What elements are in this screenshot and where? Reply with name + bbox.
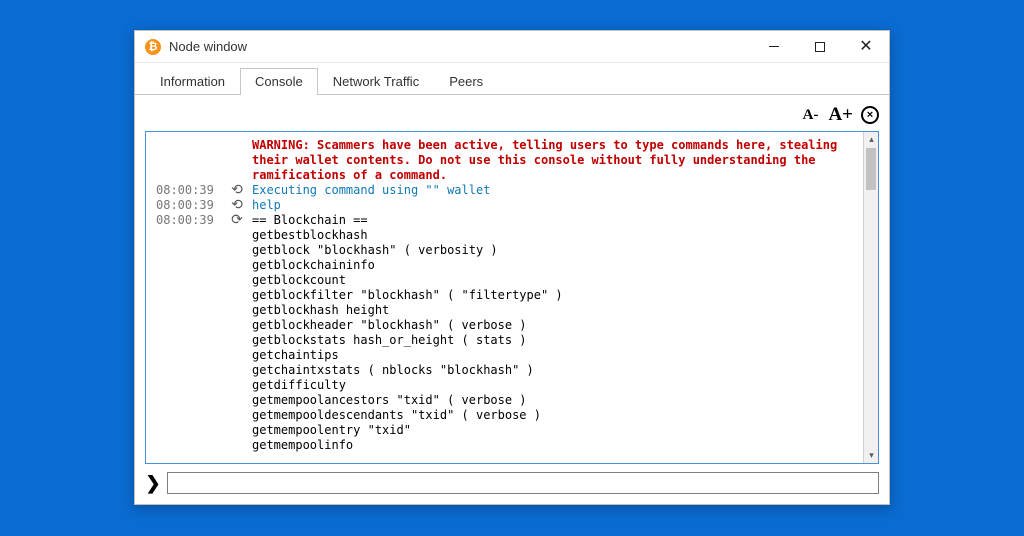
scroll-down-icon[interactable]: ▾ xyxy=(864,448,879,463)
warning-text: WARNING: Scammers have been active, tell… xyxy=(252,138,859,183)
scroll-up-icon[interactable]: ▴ xyxy=(864,132,879,147)
font-larger-button[interactable]: A+ xyxy=(826,104,855,126)
log-row: 08:00:39 ⟳ == Blockchain == getbestblock… xyxy=(156,213,859,453)
console-warning: WARNING: Scammers have been active, tell… xyxy=(156,138,859,183)
log-time: 08:00:39 xyxy=(156,183,222,198)
font-smaller-button[interactable]: A- xyxy=(801,107,821,124)
maximize-button[interactable] xyxy=(797,31,843,62)
command-input-row: ❯ xyxy=(145,472,879,494)
reply-out-icon: ⟲ xyxy=(222,183,252,198)
bitcoin-icon: ₿ xyxy=(145,39,161,55)
log-time: 08:00:39 xyxy=(156,213,222,228)
log-row: 08:00:39 ⟲ Executing command using "" wa… xyxy=(156,183,859,198)
command-input[interactable] xyxy=(167,472,879,494)
close-icon: ✕ xyxy=(859,39,872,55)
log-row: 08:00:39 ⟲ help xyxy=(156,198,859,213)
scroll-thumb[interactable] xyxy=(866,148,876,190)
window-title: Node window xyxy=(169,39,751,54)
tab-peers[interactable]: Peers xyxy=(434,68,498,95)
log-text: == Blockchain == getbestblockhash getblo… xyxy=(252,213,859,453)
reply-out-icon: ⟲ xyxy=(222,198,252,213)
scrollbar[interactable]: ▴ ▾ xyxy=(863,132,878,463)
titlebar: ₿ Node window ✕ xyxy=(135,31,889,63)
window-controls: ✕ xyxy=(751,31,889,62)
minimize-icon xyxy=(769,46,779,47)
tabbar: Information Console Network Traffic Peer… xyxy=(135,63,889,95)
tab-console[interactable]: Console xyxy=(240,68,318,95)
node-window: ₿ Node window ✕ Information Console Netw… xyxy=(134,30,890,505)
log-text: Executing command using "" wallet xyxy=(252,183,859,198)
close-button[interactable]: ✕ xyxy=(843,31,889,62)
console-panel: A- A+ × WARNING: Scammers have been acti… xyxy=(135,95,889,504)
log-time: 08:00:39 xyxy=(156,198,222,213)
tab-information[interactable]: Information xyxy=(145,68,240,95)
console-output: WARNING: Scammers have been active, tell… xyxy=(145,131,879,464)
console-scroll-area[interactable]: WARNING: Scammers have been active, tell… xyxy=(146,132,863,463)
tab-network-traffic[interactable]: Network Traffic xyxy=(318,68,434,95)
minimize-button[interactable] xyxy=(751,31,797,62)
clear-icon: × xyxy=(867,109,873,121)
maximize-icon xyxy=(815,42,825,52)
reply-in-icon: ⟳ xyxy=(222,213,252,228)
log-text: help xyxy=(252,198,859,213)
clear-console-button[interactable]: × xyxy=(861,106,879,124)
console-toolbar: A- A+ × xyxy=(145,103,879,127)
prompt-icon: ❯ xyxy=(145,473,161,494)
